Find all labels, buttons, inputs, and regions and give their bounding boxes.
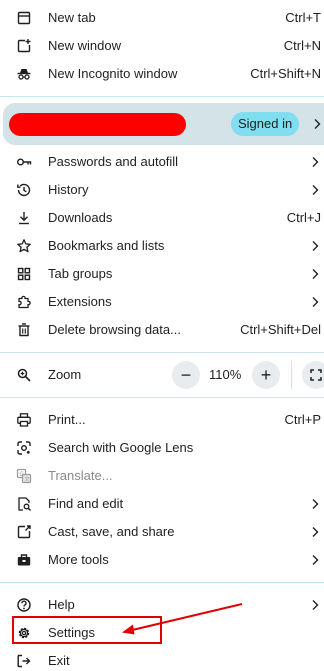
shortcut-text: Ctrl+T [285, 10, 321, 25]
chrome-main-menu: New tab Ctrl+T New window Ctrl+N New Inc… [0, 0, 324, 671]
signed-in-badge: Signed in [231, 112, 300, 136]
chevron-right-icon [312, 241, 319, 251]
gear-icon [16, 625, 32, 641]
divider [0, 397, 324, 398]
menu-item-label: Find and edit [48, 496, 124, 511]
menu-item-label: Passwords and autofill [48, 154, 179, 169]
menu-item-label: New tab [48, 10, 96, 25]
menu-item-extensions[interactable]: Extensions [0, 288, 324, 316]
chevron-right-icon [312, 157, 319, 167]
menu-item-translate: G文 Translate... [0, 462, 324, 490]
shortcut-text: Ctrl+J [286, 210, 321, 225]
trash-icon [16, 322, 32, 338]
history-icon [16, 182, 32, 198]
menu-item-more-tools[interactable]: More tools [0, 546, 324, 574]
chevron-right-icon [312, 527, 319, 537]
incognito-icon [16, 66, 32, 82]
menu-item-label: Tab groups [48, 266, 113, 281]
menu-item-label: Settings [48, 625, 95, 640]
help-icon [16, 597, 32, 613]
chevron-right-icon [312, 600, 319, 610]
chevron-right-icon [312, 555, 319, 565]
menu-item-help[interactable]: Help [0, 591, 324, 619]
menu-item-label: New Incognito window [48, 66, 178, 81]
menu-item-label: Downloads [48, 210, 113, 225]
menu-item-label: New window [48, 38, 121, 53]
new-window-icon [16, 38, 32, 54]
menu-item-exit[interactable]: Exit [0, 647, 324, 671]
menu-item-label: Bookmarks and lists [48, 238, 165, 253]
find-icon [16, 496, 32, 512]
shortcut-text: Ctrl+N [283, 38, 321, 53]
menu-item-label: Cast, save, and share [48, 524, 175, 539]
menu-item-history[interactable]: History [0, 176, 324, 204]
menu-item-label: Print... [48, 412, 86, 427]
zoom-label: Zoom [48, 367, 82, 382]
menu-item-print[interactable]: Print... Ctrl+P [0, 406, 324, 434]
menu-item-new-window[interactable]: New window Ctrl+N [0, 32, 324, 60]
menu-item-tab-groups[interactable]: Tab groups [0, 260, 324, 288]
tab-groups-icon [16, 266, 32, 282]
divider [0, 352, 324, 353]
menu-item-label: Extensions [48, 294, 112, 309]
profile-name-redaction [9, 113, 186, 136]
chevron-right-icon [312, 499, 319, 509]
menu-item-downloads[interactable]: Downloads Ctrl+J [0, 204, 324, 232]
menu-item-passwords-and-autofill[interactable]: Passwords and autofill [0, 148, 324, 176]
menu-item-new-tab[interactable]: New tab Ctrl+T [0, 4, 324, 32]
menu-item-bookmarks-and-lists[interactable]: Bookmarks and lists [0, 232, 324, 260]
zoom-separator [291, 361, 292, 389]
shortcut-text: Ctrl+Shift+Del [240, 322, 321, 337]
exit-icon [16, 653, 32, 669]
toolbox-icon [16, 552, 32, 568]
menu-item-label: History [48, 182, 89, 197]
chevron-right-icon [314, 119, 321, 129]
menu-item-label: Search with Google Lens [48, 440, 194, 455]
puzzle-icon [16, 294, 32, 310]
star-icon [16, 238, 32, 254]
menu-item-search-with-google-lens[interactable]: Search with Google Lens [0, 434, 324, 462]
fullscreen-button[interactable] [302, 361, 324, 389]
zoom-icon [16, 367, 32, 383]
divider [0, 96, 324, 97]
menu-item-label: Translate... [48, 468, 113, 483]
menu-item-find-and-edit[interactable]: Find and edit [0, 490, 324, 518]
menu-item-label: Help [48, 597, 75, 612]
chevron-right-icon [312, 185, 319, 195]
chevron-right-icon [312, 297, 319, 307]
shortcut-text: Ctrl+Shift+N [250, 66, 321, 81]
download-icon [16, 210, 32, 226]
translate-icon: G文 [16, 468, 32, 484]
print-icon [16, 412, 32, 428]
zoom-in-button[interactable]: + [252, 361, 280, 389]
shortcut-text: Ctrl+P [284, 412, 321, 427]
menu-item-new-incognito-window[interactable]: New Incognito window Ctrl+Shift+N [0, 60, 324, 88]
cast-icon [16, 524, 32, 540]
menu-item-label: Exit [48, 653, 70, 668]
lens-icon [16, 440, 32, 456]
menu-item-label: More tools [48, 552, 109, 567]
chevron-right-icon [312, 269, 319, 279]
new-tab-icon [16, 10, 32, 26]
menu-item-label: Delete browsing data... [48, 322, 181, 337]
zoom-level: 110% [209, 367, 242, 382]
menu-item-delete-browsing-data[interactable]: Delete browsing data... Ctrl+Shift+Del [0, 316, 324, 344]
svg-text:文: 文 [24, 475, 30, 483]
fullscreen-icon [310, 369, 322, 381]
zoom-out-button[interactable]: − [172, 361, 200, 389]
profile-row[interactable]: Signed in [3, 103, 324, 145]
menu-item-cast-save-and-share[interactable]: Cast, save, and share [0, 518, 324, 546]
key-icon [16, 154, 32, 170]
menu-item-settings[interactable]: Settings [0, 619, 324, 647]
divider [0, 582, 324, 583]
